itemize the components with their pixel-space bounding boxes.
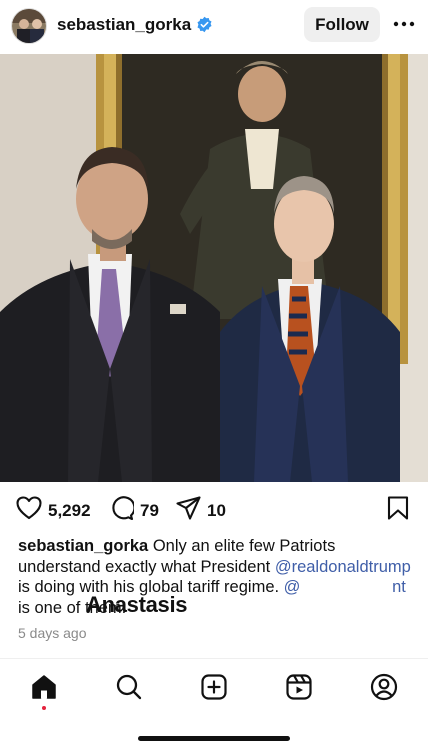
heart-icon [16,496,42,525]
comment-bubble-icon [110,496,136,525]
post-header: sebastian_gorka Follow [0,0,428,52]
post-timestamp: 5 days ago [18,625,87,641]
caption-mention-obscured[interactable]: @ nt [284,578,406,596]
caption-mention[interactable]: @realdonaldtrump [275,558,411,576]
caption-username[interactable]: sebastian_gorka [18,537,148,555]
post-username[interactable]: sebastian_gorka [57,15,191,35]
comment-button[interactable]: 79 [110,496,159,525]
comment-count: 79 [140,500,159,520]
like-button[interactable]: 5,292 [16,496,91,525]
create-plus-icon[interactable] [200,673,228,701]
post-image[interactable] [0,54,428,482]
post-actions: 5,292 79 10 [0,484,428,534]
verified-badge-icon [196,16,213,33]
avatar[interactable] [11,8,47,44]
notification-dot [42,706,46,710]
home-icon[interactable] [30,673,58,701]
post-caption: sebastian_gorka Only an elite few Patrio… [18,536,413,618]
bookmark-icon[interactable] [387,496,409,525]
paper-plane-icon [176,496,201,525]
home-indicator [138,736,290,741]
overlay-watermark-text: Anastasis [86,592,188,617]
share-count: 10 [207,500,226,520]
follow-button[interactable]: Follow [304,7,380,42]
share-button[interactable]: 10 [176,496,226,525]
reels-icon[interactable] [285,673,313,701]
more-horizontal-icon[interactable] [390,14,418,34]
profile-icon[interactable] [370,673,398,701]
search-icon[interactable] [115,673,143,701]
like-count: 5,292 [48,500,91,520]
